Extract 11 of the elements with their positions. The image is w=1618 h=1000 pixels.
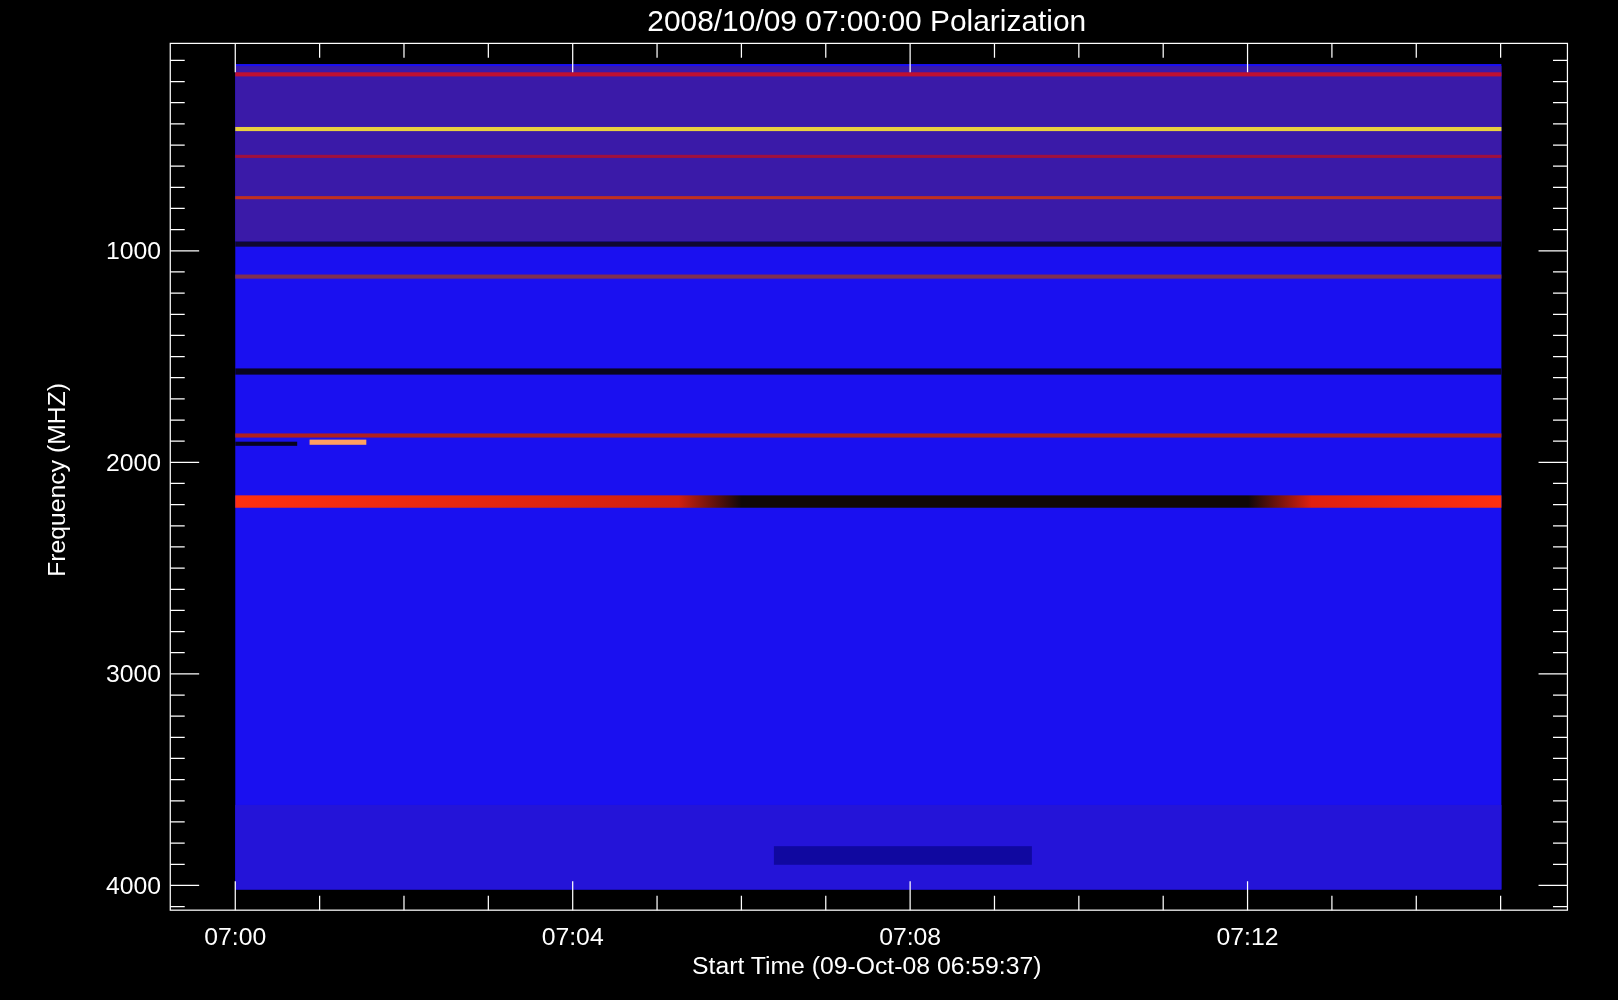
- y-tick-label: 1000: [105, 237, 161, 265]
- y-axis-label: Frequency (MHZ): [43, 382, 70, 577]
- y-tick-label: 2000: [105, 448, 161, 476]
- x-axis-label: Start Time (09-Oct-08 06:59:37): [692, 952, 1042, 980]
- y-tick-label: 3000: [105, 660, 161, 688]
- x-tick-label: 07:08: [879, 923, 942, 951]
- x-tick-label: 07:04: [541, 923, 604, 951]
- x-tick-label: 07:12: [1216, 923, 1279, 951]
- y-tick-label: 4000: [105, 871, 161, 899]
- chart-title: 2008/10/09 07:00:00 Polarization: [647, 4, 1087, 37]
- x-tick-label: 07:00: [204, 923, 267, 951]
